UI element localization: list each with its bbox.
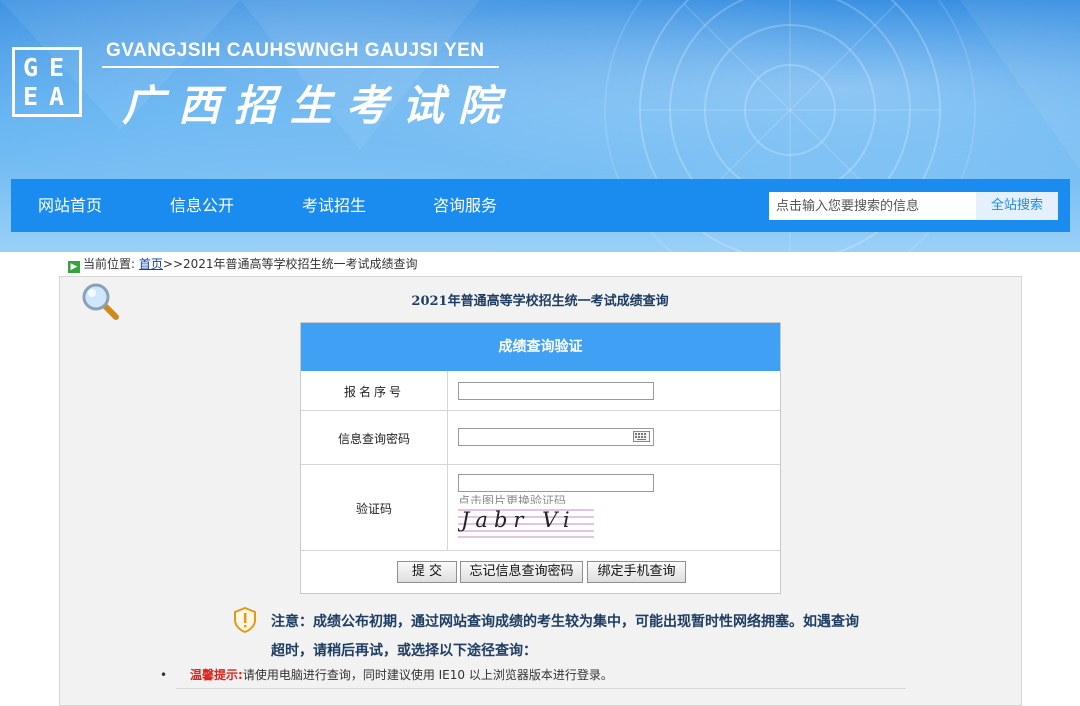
tip-line: • 温馨提示:请使用电脑进行查询，同时建议使用 IE10 以上浏览器版本进行登录。 xyxy=(160,666,613,683)
breadcrumb-prefix: 当前位置: xyxy=(83,257,136,271)
nav-item-consult[interactable]: 咨询服务 xyxy=(433,179,497,232)
row-divider xyxy=(301,550,780,551)
nav-item-exam[interactable]: 考试招生 xyxy=(302,179,366,232)
row-divider xyxy=(301,410,780,411)
captcha-image[interactable]: Jabr Vi xyxy=(458,504,594,540)
query-password-label: 信息查询密码 xyxy=(337,432,410,446)
bind-phone-button[interactable]: 绑定手机查询 xyxy=(587,561,686,583)
notice-text: 注意：成绩公布初期，通过网站查询成绩的考生较为集中，可能出现暂时性网络拥塞。如遇… xyxy=(271,614,859,659)
logo-letter: E xyxy=(23,82,39,111)
forgot-password-button[interactable]: 忘记信息查询密码 xyxy=(460,561,583,583)
warning-shield-icon xyxy=(234,607,256,633)
tip-text: 请使用电脑进行查询，同时建议使用 IE10 以上浏览器版本进行登录。 xyxy=(242,668,613,682)
logo-letter: A xyxy=(49,82,65,111)
captcha-text: Jabr Vi xyxy=(458,508,576,532)
site-logo[interactable]: G E E A xyxy=(12,47,82,117)
site-title-english: GVANGJSIH CAUHSWNGH GAUJSI YEN xyxy=(106,40,485,61)
query-password-input[interactable] xyxy=(458,428,654,446)
registration-number-label: 报名序号 xyxy=(343,385,404,399)
captcha-label: 验证码 xyxy=(355,502,392,516)
title-divider xyxy=(102,66,499,68)
site-search-input[interactable] xyxy=(769,192,976,220)
nav-item-info[interactable]: 信息公开 xyxy=(170,179,234,232)
site-title-chinese: 广西招生考试院 xyxy=(122,81,515,130)
tip-label: 温馨提示: xyxy=(190,668,243,682)
form-header: 成绩查询验证 xyxy=(301,323,780,371)
breadcrumb: ▶ 当前位置: 首页>>2021年普通高等学校招生统一考试成绩查询 xyxy=(68,256,418,273)
site-search-button[interactable]: 全站搜索 xyxy=(976,192,1058,220)
registration-number-input[interactable] xyxy=(458,382,654,400)
tip-divider xyxy=(176,688,906,689)
logo-letter: E xyxy=(49,53,65,82)
column-divider xyxy=(447,371,448,550)
submit-button[interactable]: 提 交 xyxy=(397,561,457,583)
row-divider xyxy=(301,464,780,465)
keyboard-icon[interactable] xyxy=(633,431,650,442)
page-title: 2021年普通高等学校招生统一考试成绩查询 xyxy=(411,294,669,309)
arrow-right-icon: ▶ xyxy=(68,261,80,273)
breadcrumb-current: >>2021年普通高等学校招生统一考试成绩查询 xyxy=(162,257,418,271)
logo-letter: G xyxy=(23,53,39,82)
breadcrumb-home-link[interactable]: 首页 xyxy=(139,257,163,271)
captcha-input[interactable] xyxy=(458,474,654,492)
nav-item-home[interactable]: 网站首页 xyxy=(38,179,102,232)
tip-bullet: • xyxy=(160,668,168,682)
